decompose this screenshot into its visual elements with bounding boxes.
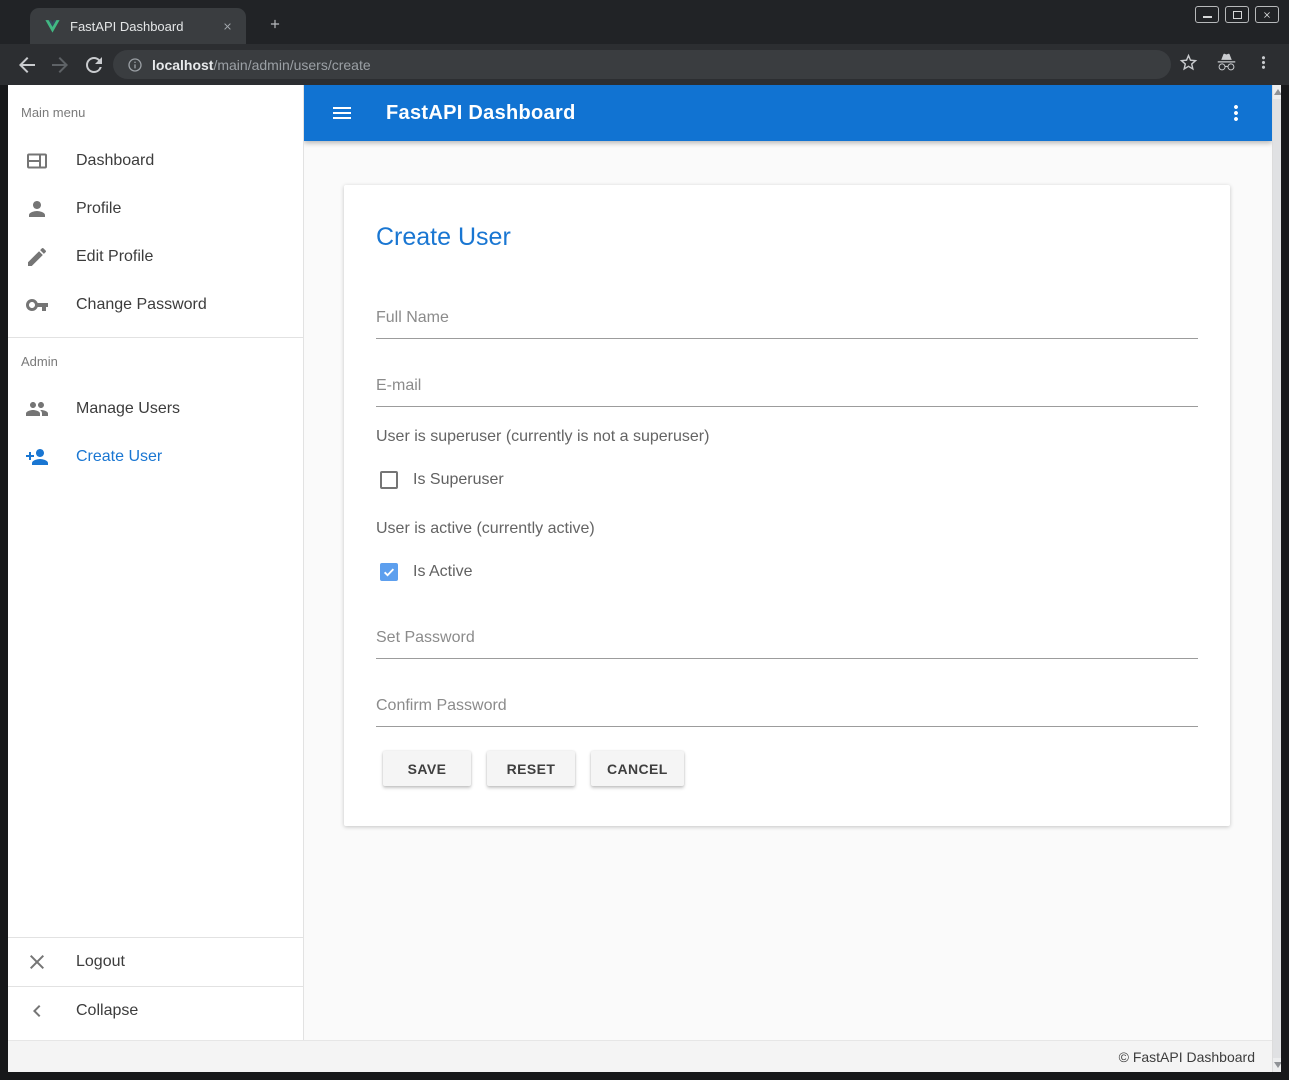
page-title: Create User [376, 223, 511, 252]
window-close-button[interactable] [1255, 6, 1279, 23]
sidebar-item-label: Profile [76, 200, 121, 218]
address-bar[interactable]: localhost/main/admin/users/create [113, 50, 1171, 79]
browser-toolbar: localhost/main/admin/users/create [0, 44, 1289, 85]
hamburger-menu-icon[interactable] [330, 101, 354, 125]
sidebar-item-label: Manage Users [76, 400, 180, 418]
incognito-icon [1216, 52, 1237, 73]
people-icon [25, 397, 49, 421]
copyright-text: © FastAPI Dashboard [1119, 1049, 1255, 1065]
sidebar-item-label: Dashboard [76, 152, 154, 170]
reset-button[interactable]: RESET [487, 751, 575, 786]
is-active-checkbox[interactable]: Is Active [380, 563, 473, 581]
sidebar-item-collapse[interactable]: Collapse [8, 987, 303, 1035]
email-underline [376, 406, 1198, 407]
maximize-icon [1233, 11, 1242, 19]
checkbox-unchecked-icon[interactable] [380, 471, 398, 489]
checkbox-checked-icon[interactable] [380, 563, 398, 581]
page-footer: © FastAPI Dashboard [8, 1040, 1272, 1072]
chevron-left-icon [25, 999, 49, 1023]
appbar: FastAPI Dashboard [304, 85, 1272, 141]
new-tab-button[interactable] [262, 11, 288, 37]
superuser-caption: User is superuser (currently is not a su… [376, 428, 709, 446]
appbar-title: FastAPI Dashboard [386, 102, 576, 125]
back-button[interactable] [15, 53, 39, 77]
scroll-down-arrow-icon[interactable] [1274, 1062, 1281, 1068]
browser-menu-kebab-icon[interactable] [1254, 53, 1273, 72]
sidebar-item-change-password[interactable]: Change Password [8, 281, 303, 329]
person-icon [25, 197, 49, 221]
browser-tabstrip: FastAPI Dashboard [0, 0, 1289, 44]
appbar-kebab-icon[interactable] [1224, 101, 1248, 125]
window-minimize-button[interactable] [1195, 6, 1219, 23]
set-password-underline [376, 658, 1198, 659]
confirm-password-input[interactable]: Confirm Password [376, 697, 507, 715]
create-user-card: Create User Full Name E-mail User is sup… [344, 185, 1230, 826]
window-controls [1195, 6, 1279, 23]
form-buttons: SAVE RESET CANCEL [383, 751, 684, 786]
close-icon [1262, 10, 1272, 20]
sidebar-item-create-user[interactable]: Create User [8, 433, 303, 481]
active-caption: User is active (currently active) [376, 520, 595, 538]
sidebar-item-label: Logout [76, 953, 125, 971]
url-path: /main/admin/users/create [213, 57, 370, 73]
sidebar-section-header-admin: Admin [21, 354, 58, 369]
sidebar-item-label: Collapse [76, 1002, 138, 1020]
set-password-input[interactable]: Set Password [376, 629, 475, 647]
checkbox-label: Is Superuser [413, 471, 504, 489]
dashboard-icon [25, 149, 49, 173]
sidebar-section-header-main-menu: Main menu [21, 105, 85, 120]
sidebar-item-label: Edit Profile [76, 248, 153, 266]
reload-button[interactable] [82, 53, 106, 77]
email-input[interactable]: E-mail [376, 377, 421, 395]
browser-tab[interactable]: FastAPI Dashboard [30, 8, 246, 44]
sidebar-divider [8, 337, 303, 338]
vertical-scrollbar[interactable] [1272, 85, 1281, 1072]
page: Main menu Dashboard Profile Edit Profile… [8, 85, 1281, 1072]
url-host: localhost [152, 57, 213, 73]
sidebar-item-label: Create User [76, 448, 162, 466]
sidebar-item-logout[interactable]: Logout [8, 938, 303, 986]
save-button[interactable]: SAVE [383, 751, 471, 786]
scrollbar-thumb[interactable] [1273, 99, 1281, 1058]
sidebar-item-manage-users[interactable]: Manage Users [8, 385, 303, 433]
is-superuser-checkbox[interactable]: Is Superuser [380, 471, 504, 489]
url-text: localhost/main/admin/users/create [152, 57, 371, 73]
window-maximize-button[interactable] [1225, 6, 1249, 23]
toolbar-right [1178, 52, 1273, 73]
tab-close-icon[interactable] [219, 18, 236, 35]
tab-title: FastAPI Dashboard [70, 19, 219, 34]
cancel-button[interactable]: CANCEL [591, 751, 684, 786]
full-name-input[interactable]: Full Name [376, 309, 449, 327]
minimize-icon [1203, 16, 1212, 18]
sidebar-item-dashboard[interactable]: Dashboard [8, 137, 303, 185]
close-icon [25, 950, 49, 974]
sidebar-item-profile[interactable]: Profile [8, 185, 303, 233]
person-add-icon [25, 445, 49, 469]
scroll-up-arrow-icon[interactable] [1274, 89, 1281, 95]
sidebar-item-edit-profile[interactable]: Edit Profile [8, 233, 303, 281]
key-icon [25, 293, 49, 317]
sidebar: Main menu Dashboard Profile Edit Profile… [8, 85, 304, 1040]
full-name-underline [376, 338, 1198, 339]
checkbox-label: Is Active [413, 563, 473, 581]
confirm-password-underline [376, 726, 1198, 727]
pencil-icon [25, 245, 49, 269]
forward-button[interactable] [48, 53, 72, 77]
site-info-icon[interactable] [127, 57, 143, 73]
sidebar-item-label: Change Password [76, 296, 207, 314]
bookmark-star-icon[interactable] [1178, 52, 1199, 73]
vue-logo-icon [44, 18, 61, 35]
